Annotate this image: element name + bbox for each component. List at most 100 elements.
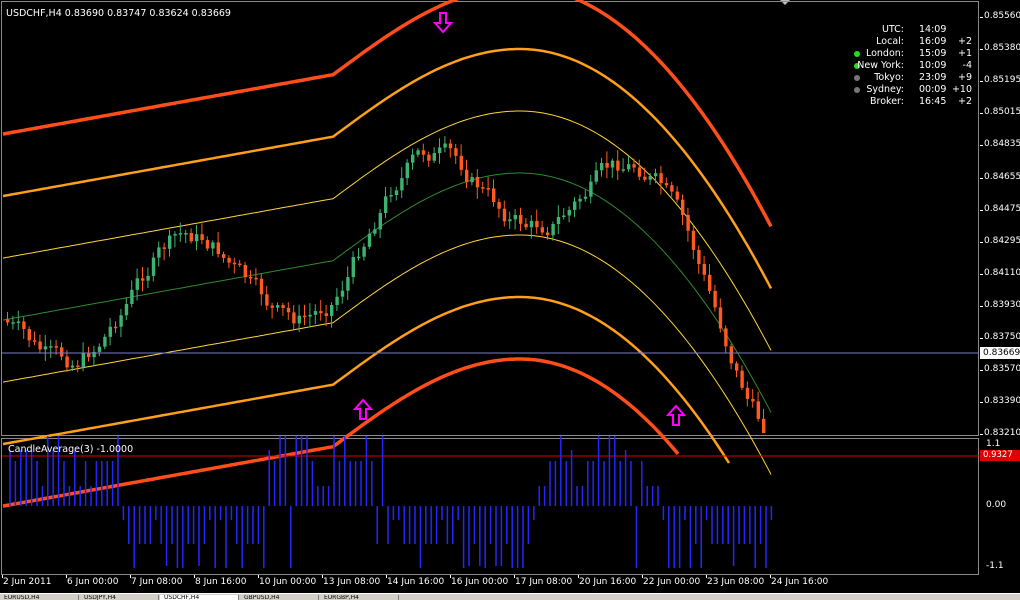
price-tick bbox=[980, 402, 983, 404]
time-label: 8 Jun 16:00 bbox=[195, 577, 247, 587]
candle-body bbox=[556, 217, 561, 224]
price-label: 0.84835 bbox=[984, 139, 1020, 150]
candle-body bbox=[389, 195, 393, 197]
price-axis[interactable]: 0.85560 0.85380 0.85195 0.85015 0.84835 0.846… bbox=[980, 0, 1020, 438]
clock-row: Tokyo: 23:09 +9 bbox=[848, 72, 976, 84]
candle-body bbox=[632, 164, 636, 168]
candle-body bbox=[438, 147, 442, 154]
candle-body bbox=[670, 185, 674, 192]
candle-body bbox=[405, 162, 409, 179]
price-tick bbox=[980, 305, 983, 307]
price-tick bbox=[980, 145, 983, 147]
chart-tab[interactable]: USDCHF,H4 bbox=[160, 595, 239, 600]
time-label: 23 Jun 08:00 bbox=[707, 577, 765, 587]
candle-body bbox=[308, 314, 312, 317]
candle-body bbox=[540, 227, 544, 233]
price-tick bbox=[980, 434, 983, 436]
candle-body bbox=[718, 307, 723, 329]
candle-body bbox=[286, 307, 291, 313]
candle-body bbox=[205, 240, 210, 249]
envelope-line bbox=[2, 0, 773, 228]
candle-body bbox=[486, 188, 490, 190]
candle-body bbox=[222, 254, 226, 258]
candle-body bbox=[22, 321, 26, 329]
candle-body bbox=[421, 150, 426, 155]
candle-body bbox=[756, 401, 760, 419]
candle-body bbox=[594, 170, 598, 182]
current-price-label: 0.83669 bbox=[980, 347, 1020, 359]
time-label: 20 Jun 16:00 bbox=[579, 577, 637, 587]
candle-body bbox=[49, 346, 53, 348]
price-tick bbox=[980, 49, 983, 51]
candle-body bbox=[87, 353, 91, 358]
price-tick bbox=[980, 113, 983, 115]
price-tick bbox=[980, 209, 983, 211]
candle-body bbox=[114, 326, 118, 329]
candle-body bbox=[357, 256, 361, 259]
candle-body bbox=[664, 183, 669, 186]
candle-body bbox=[481, 187, 485, 189]
candle-body bbox=[681, 199, 685, 215]
candle-body bbox=[470, 177, 474, 183]
candle-body bbox=[459, 155, 463, 170]
candle-body bbox=[81, 353, 85, 367]
candle-body bbox=[38, 341, 42, 350]
candle-body bbox=[713, 290, 717, 308]
candle-body bbox=[610, 160, 615, 168]
price-label: 0.85560 bbox=[984, 11, 1020, 21]
price-tick bbox=[980, 81, 983, 83]
indicator-title: CandleAverage(3) -1.0000 bbox=[8, 444, 134, 455]
candle-body bbox=[443, 143, 447, 148]
candle-body bbox=[319, 311, 323, 314]
candle-body bbox=[589, 181, 593, 197]
candle-body bbox=[351, 257, 355, 278]
clock-city: New York: bbox=[857, 60, 904, 71]
time-label: 10 Jun 00:00 bbox=[259, 577, 317, 587]
time-label: 14 Jun 16:00 bbox=[387, 577, 445, 587]
candle-body bbox=[621, 169, 625, 171]
clock-row: New York: 10:09 -4 bbox=[848, 60, 976, 72]
time-label: 22 Jun 00:00 bbox=[643, 577, 701, 587]
candle-body bbox=[108, 326, 112, 337]
candle-body bbox=[54, 346, 58, 348]
candle-body bbox=[27, 329, 31, 341]
clock-time: 00:09 bbox=[919, 84, 947, 95]
price-label: 0.83570 bbox=[984, 364, 1020, 375]
candle-body bbox=[675, 191, 679, 200]
candle-body bbox=[691, 230, 696, 250]
candle-body bbox=[394, 190, 399, 195]
candle-body bbox=[124, 304, 129, 316]
candle-body bbox=[362, 246, 366, 257]
clock-time: 23:09 bbox=[919, 72, 947, 83]
price-label: 0.83390 bbox=[984, 396, 1020, 407]
candle-body bbox=[157, 247, 161, 258]
candle-body bbox=[745, 387, 750, 399]
candle-body bbox=[243, 265, 247, 278]
chart-tab[interactable]: EURUSD,H4 bbox=[0, 595, 79, 600]
price-tick bbox=[980, 273, 983, 275]
time-label: 7 Jun 08:00 bbox=[131, 577, 183, 587]
clock-utc-time: 14:09 bbox=[919, 24, 947, 35]
candle-body bbox=[200, 234, 204, 240]
time-axis[interactable]: 2 Jun 2011 6 Jun 00:00 7 Jun 08:00 8 Jun 16… bbox=[0, 575, 980, 593]
candle-body bbox=[173, 234, 177, 236]
chart-window: USDCHF,H4 0.83690 0.83747 0.83624 0.8366… bbox=[0, 0, 1020, 600]
candle-body bbox=[659, 173, 663, 184]
candle-body bbox=[562, 215, 566, 217]
candle-body bbox=[281, 305, 285, 308]
chart-tab[interactable]: USDJPY,H4 bbox=[80, 595, 159, 600]
candle-body bbox=[346, 277, 350, 291]
price-tick bbox=[980, 338, 983, 339]
candle-body bbox=[519, 215, 523, 224]
session-status-icon bbox=[854, 87, 860, 93]
candle-body bbox=[605, 163, 609, 168]
candle-body bbox=[65, 356, 69, 368]
candle-body bbox=[135, 278, 139, 290]
chart-tab[interactable]: EURGBP,H4 bbox=[320, 595, 399, 600]
candle-body bbox=[313, 311, 318, 315]
price-label: 0.84475 bbox=[984, 203, 1020, 214]
candle-body bbox=[373, 229, 377, 234]
price-label: 0.83930 bbox=[984, 299, 1020, 310]
chart-tab[interactable]: GBPUSD,H4 bbox=[240, 595, 319, 600]
candle-body bbox=[367, 233, 372, 247]
